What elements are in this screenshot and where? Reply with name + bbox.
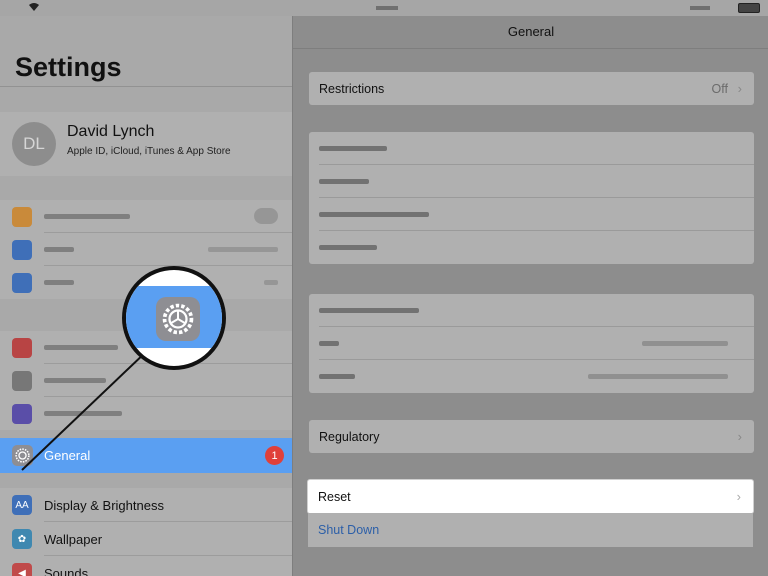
restrictions-value: Off	[711, 82, 728, 96]
blurred-label	[44, 214, 130, 219]
do-not-disturb-icon	[12, 404, 32, 424]
blurred-value	[208, 247, 278, 252]
shut-down-row[interactable]: Shut Down	[308, 513, 753, 547]
date-keyboard-card	[309, 132, 754, 264]
speaker-icon: ◀	[12, 563, 32, 576]
page-title: General	[507, 24, 555, 39]
wifi-icon	[29, 3, 39, 11]
sidebar-item-wallpaper[interactable]: ✿ Wallpaper	[0, 522, 292, 556]
detail-row-blurred-7[interactable]	[309, 360, 754, 393]
sidebar-item-label: Display & Brightness	[44, 498, 164, 513]
storage-card	[309, 294, 754, 393]
status-bar	[0, 0, 768, 16]
avatar: DL	[12, 122, 56, 166]
restrictions-label: Restrictions	[319, 82, 385, 96]
blurred-value	[264, 280, 278, 285]
detail-row-blurred-1[interactable]	[309, 132, 754, 165]
sidebar-item-blurred-2[interactable]	[0, 233, 292, 266]
chevron-right-icon: ›	[737, 81, 742, 96]
blurred-label	[44, 378, 106, 383]
sidebar-title: Settings	[15, 52, 122, 82]
blurred-label	[44, 280, 74, 285]
reset-row[interactable]: Reset ›	[308, 480, 753, 513]
reset-label: Reset	[318, 490, 351, 504]
sidebar-item-display-brightness[interactable]: AA Display & Brightness	[0, 488, 292, 522]
sidebar-item-label: Sounds	[44, 566, 89, 576]
gear-icon	[156, 297, 200, 341]
regulatory-card: Regulatory ›	[309, 420, 754, 453]
sidebar-item-general[interactable]: General 1	[0, 438, 292, 473]
status-percent-blurred	[690, 6, 710, 10]
detail-row-blurred-2[interactable]	[309, 165, 754, 198]
sidebar-item-label: Wallpaper	[44, 532, 103, 547]
airplane-icon	[12, 207, 32, 227]
apple-id-profile[interactable]: DL David Lynch Apple ID, iCloud, iTunes …	[0, 112, 292, 176]
blurred-label	[44, 247, 74, 252]
profile-name: David Lynch	[67, 123, 155, 140]
sidebar-item-sounds[interactable]: ◀ Sounds	[0, 556, 292, 576]
blurred-label	[44, 345, 118, 350]
sidebar-item-blurred-1[interactable]	[0, 200, 292, 233]
detail-row-blurred-5[interactable]	[309, 294, 754, 327]
toggle-blurred	[254, 208, 278, 224]
control-center-icon	[12, 371, 32, 391]
sidebar-item-label: General	[44, 448, 91, 463]
sidebar-divider	[0, 86, 292, 87]
magnifier-callout	[122, 266, 226, 370]
notification-badge: 1	[265, 446, 284, 465]
flower-icon: ✿	[12, 529, 32, 549]
regulatory-row[interactable]: Regulatory ›	[309, 420, 754, 453]
blurred-label	[44, 411, 122, 416]
gear-icon	[12, 445, 33, 466]
detail-row-blurred-4[interactable]	[309, 231, 754, 264]
wifi-icon	[12, 240, 32, 260]
restrictions-row[interactable]: Restrictions Off ›	[309, 72, 754, 105]
status-time-blurred	[376, 6, 398, 10]
text-size-icon: AA	[12, 495, 32, 515]
detail-row-blurred-3[interactable]	[309, 198, 754, 231]
regulatory-label: Regulatory	[319, 430, 380, 444]
profile-subtitle: Apple ID, iCloud, iTunes & App Store	[67, 146, 231, 157]
battery-icon	[738, 3, 760, 13]
shut-down-label: Shut Down	[318, 523, 380, 537]
notifications-icon	[12, 338, 32, 358]
restrictions-card: Restrictions Off ›	[309, 72, 754, 105]
detail-row-blurred-6[interactable]	[309, 327, 754, 360]
bluetooth-icon	[12, 273, 32, 293]
sidebar-item-blurred-5[interactable]	[0, 364, 292, 397]
sidebar-item-blurred-6[interactable]	[0, 397, 292, 430]
chevron-right-icon: ›	[736, 489, 741, 504]
chevron-right-icon: ›	[737, 429, 742, 444]
